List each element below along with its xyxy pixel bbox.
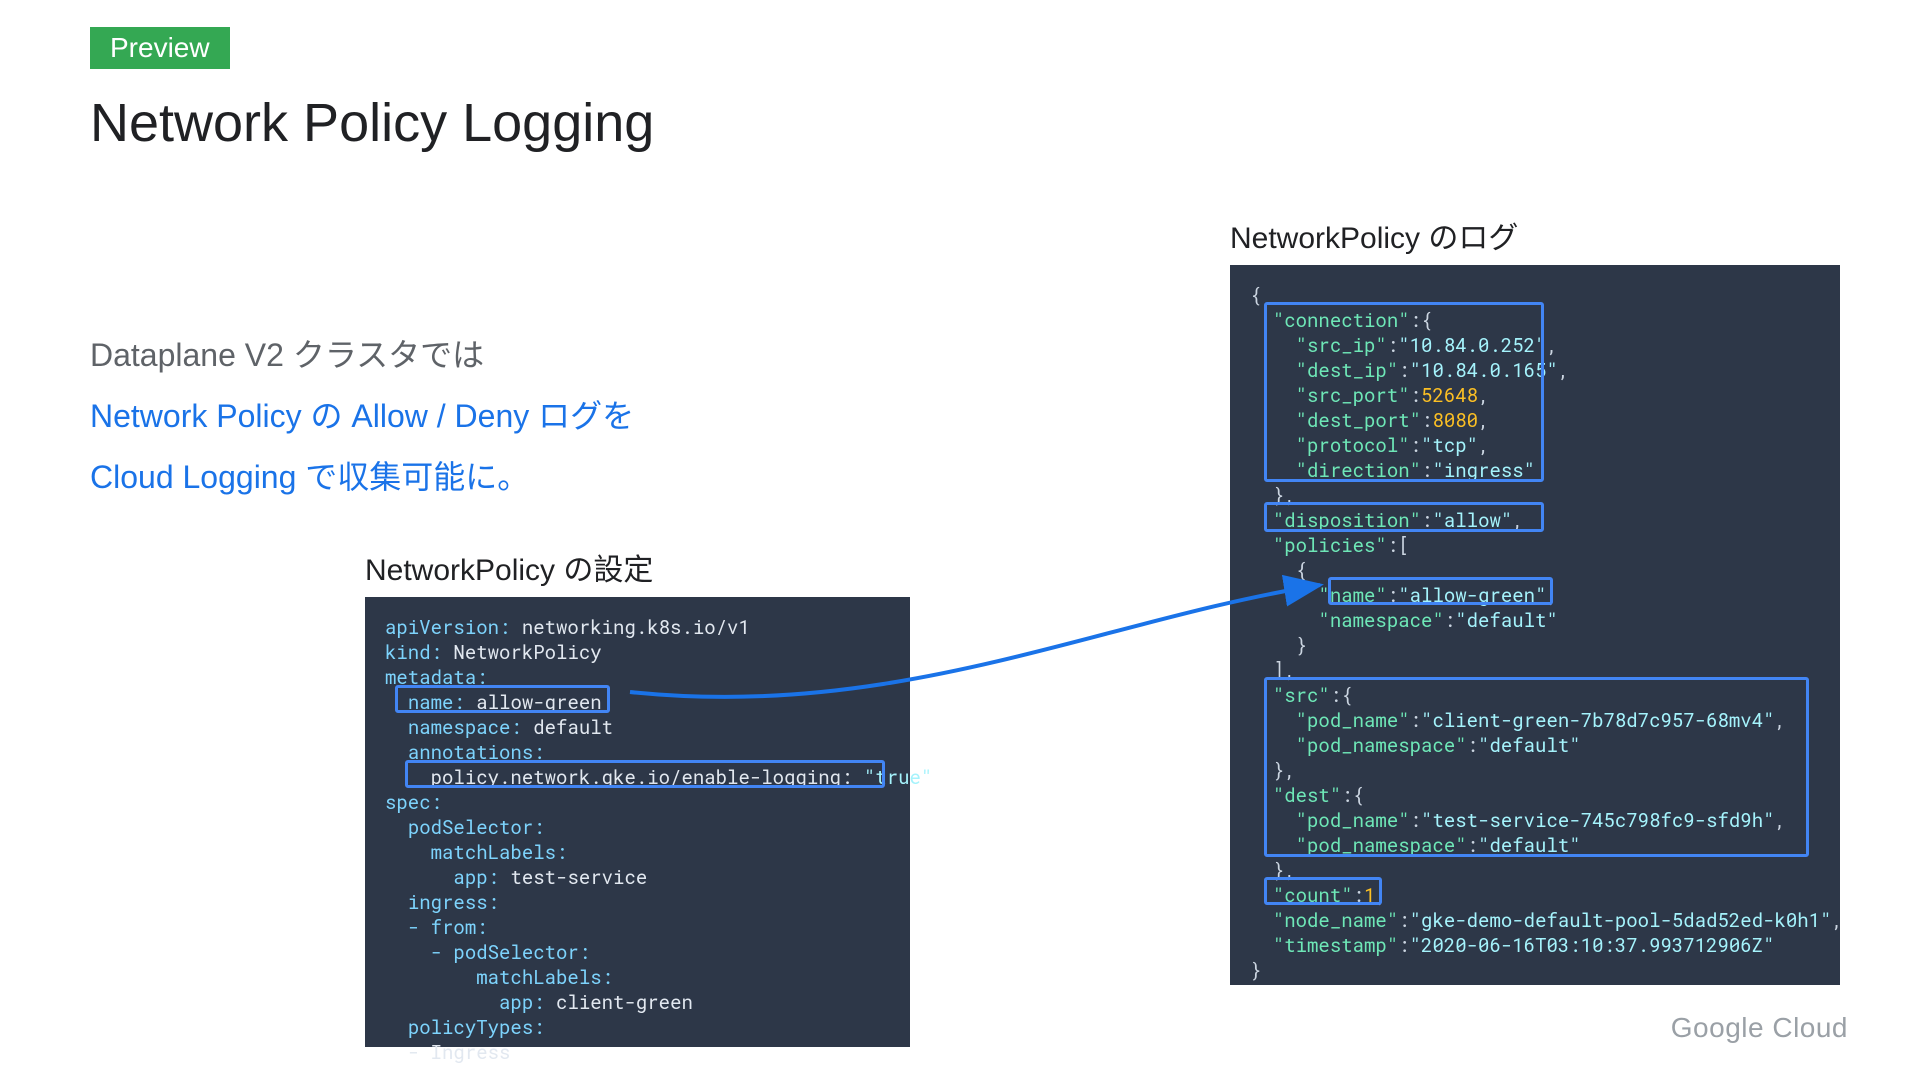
log-policy-name: allow-green [1410,583,1535,608]
page-title: Network Policy Logging [90,92,654,154]
desc-line-3: Cloud Logging で収集可能に。 [90,447,634,508]
yaml-app-key-2: app: [499,990,545,1015]
yaml-spec-label: spec: [385,790,442,815]
log-node-name: gke-demo-default-pool-5dad52ed-k0h1 [1421,908,1820,933]
log-policy-ns: default [1467,608,1547,633]
google-cloud-logo: Google Cloud [1671,1012,1848,1044]
yaml-app-key-1: app: [453,865,499,890]
yaml-logging-key: policy.network.gke.io/enable-logging: [431,765,853,790]
log-src-port: 52648 [1421,383,1478,408]
yaml-code: apiVersion: networking.k8s.io/v1 kind: N… [365,597,910,1047]
log-output-block: NetworkPolicy のログ { "connection":{ "src_… [1230,213,1840,985]
desc-line-2: Network Policy の Allow / Deny ログを [90,386,634,447]
yaml-annotations-label: annotations: [408,740,545,765]
yaml-podselector-label: podSelector: [408,815,545,840]
yaml-name: allow-green [476,690,601,715]
log-direction: ingress [1444,458,1524,483]
yaml-logging-val: "true" [864,765,932,790]
description-block: Dataplane V2 クラスタでは Network Policy の All… [90,325,634,507]
log-dest-port: 8080 [1432,408,1478,433]
log-src-pod-ns: default [1489,733,1569,758]
yaml-app-val-1: test-service [510,865,647,890]
yaml-ingress-label: ingress: [408,890,499,915]
log-heading: NetworkPolicy のログ [1230,213,1840,257]
logo-google: Google [1671,1012,1764,1043]
yaml-heading: NetworkPolicy の設定 [365,545,910,589]
log-protocol: tcp [1432,433,1466,458]
log-dest-pod-ns: default [1489,833,1569,858]
yaml-kind: NetworkPolicy [453,640,601,665]
yaml-podselector2: - podSelector: [431,940,591,965]
yaml-matchlabels-label-2: matchLabels: [476,965,613,990]
yaml-config-block: NetworkPolicy の設定 apiVersion: networking… [365,545,910,1047]
yaml-namespace: default [533,715,613,740]
preview-badge: Preview [90,27,230,69]
yaml-policytypes-label: policyTypes: [408,1015,545,1040]
log-count: 1 [1364,883,1375,908]
log-dest-ip: 10.84.0.165 [1421,358,1546,383]
logo-cloud: Cloud [1764,1012,1848,1043]
log-disposition: allow [1444,508,1501,533]
log-src-pod: client-green-7b78d7c957-68mv4 [1432,708,1763,733]
yaml-from-label: - from: [408,915,488,940]
log-dest-pod: test-service-745c798fc9-sfd9h [1432,808,1763,833]
desc-line-1: Dataplane V2 クラスタでは [90,325,634,386]
log-timestamp: 2020-06-16T03:10:37.993712906Z [1421,933,1763,958]
yaml-metadata-label: metadata: [385,665,488,690]
yaml-app-val-2: client-green [556,990,693,1015]
log-src-ip: 10.84.0.252 [1410,333,1535,358]
log-code: { "connection":{ "src_ip":"10.84.0.252",… [1230,265,1840,985]
yaml-policytypes-val: - Ingress [408,1040,511,1065]
yaml-apiversion: networking.k8s.io/v1 [522,615,750,640]
yaml-matchlabels-label: matchLabels: [431,840,568,865]
